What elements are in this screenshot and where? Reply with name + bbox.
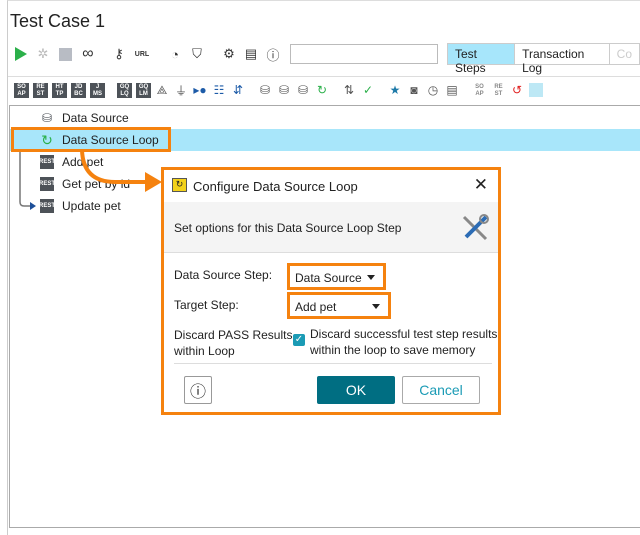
rest-icon: RE ST — [39, 155, 55, 169]
add-jdbc-step-icon[interactable]: JD BC — [71, 82, 86, 98]
highlight-box — [11, 127, 171, 152]
rest-icon: RE ST — [39, 177, 55, 191]
run-step-icon[interactable]: ▸● — [193, 83, 207, 97]
tree-item-label: Data Source — [62, 111, 129, 125]
plugin-icon[interactable] — [529, 83, 543, 97]
mock-rest-icon[interactable]: RE ST — [491, 82, 506, 98]
tab-test-steps[interactable]: Test Steps — [448, 44, 516, 75]
tree-item-data-source[interactable]: ⛁ Data Source — [10, 107, 640, 129]
discard-checkbox[interactable]: ✓ — [293, 334, 305, 346]
gear-icon[interactable]: ⚙ — [221, 46, 237, 62]
callout-arrow-icon — [80, 150, 162, 192]
play-icon[interactable] — [13, 46, 29, 62]
dialog-app-icon: ↻ — [172, 178, 187, 192]
debug-icon[interactable]: ✲ — [35, 46, 51, 62]
step-toolbar: SO AP RE ST HT TP JD BC J MS GQ LQ GQ LM ⟁ ⏚ ▸●… — [14, 82, 548, 98]
rest-icon: RE ST — [39, 199, 55, 213]
add-graphql-mutation-icon[interactable]: GQ LM — [136, 82, 151, 98]
star-icon[interactable]: ★ — [388, 83, 402, 97]
info-icon: ⓘ — [189, 384, 206, 401]
plug-icon[interactable]: ⏚ — [174, 83, 188, 98]
configure-dialog: ↻ Configure Data Source Loop ✕ Set optio… — [161, 167, 501, 415]
properties-icon[interactable]: ▤ — [445, 83, 459, 97]
data-source-step-label: Data Source Step: — [174, 268, 273, 282]
dialog-header: Set options for this Data Source Loop St… — [164, 202, 498, 253]
data-source-icon[interactable]: ⛁ — [258, 83, 272, 97]
gauge-icon[interactable]: ◔ — [167, 46, 183, 62]
info-icon[interactable]: ⓘ — [265, 46, 281, 63]
dialog-title: Configure Data Source Loop — [193, 179, 358, 194]
target-step-select[interactable]: Add pet — [287, 292, 391, 319]
close-icon[interactable]: ✕ — [474, 175, 488, 195]
groovy-icon[interactable]: ◙ — [407, 83, 421, 97]
select-value: Add pet — [295, 300, 337, 314]
delay-icon[interactable]: ◷ — [426, 83, 440, 97]
data-gen-icon[interactable]: ⛁ — [296, 83, 310, 97]
document-icon[interactable]: ▤ — [243, 46, 259, 62]
tab-transaction-log[interactable]: Transaction Log — [515, 44, 610, 75]
tree-item-label: Update pet — [62, 199, 121, 213]
split-icon[interactable]: ⇵ — [231, 83, 245, 97]
divider — [8, 76, 640, 77]
tools-icon — [462, 214, 489, 241]
key-icon[interactable]: ⚷ — [111, 46, 127, 62]
ok-button[interactable]: OK — [317, 376, 395, 404]
help-button[interactable]: ⓘ — [184, 376, 212, 404]
conditional-goto-icon[interactable]: ⇅ — [342, 83, 356, 97]
cancel-button[interactable]: Cancel — [402, 376, 480, 404]
dialog-description: Set options for this Data Source Loop St… — [174, 221, 402, 235]
tab-co[interactable]: Co — [609, 44, 639, 64]
select-value: Data Source — [295, 271, 362, 285]
add-soap-step-icon[interactable]: SO AP — [14, 82, 29, 98]
view-tabs: Test Steps Transaction Log Co — [447, 43, 640, 75]
search-input[interactable] — [290, 44, 438, 64]
data-source-step-select[interactable]: Data Source — [287, 263, 386, 290]
assertion-icon[interactable]: ✓ — [361, 83, 375, 97]
chevron-down-icon — [367, 275, 375, 280]
stop-icon[interactable] — [57, 46, 73, 62]
refresh-icon[interactable]: ↺ — [510, 83, 524, 97]
add-jms-step-icon[interactable]: J MS — [90, 82, 105, 98]
url-icon[interactable]: URL — [133, 46, 151, 62]
chevron-down-icon — [372, 304, 380, 309]
add-graphql-query-icon[interactable]: GQ LQ — [117, 82, 132, 98]
data-source-icon: ⛁ — [41, 111, 53, 125]
discard-label: Discard PASS Results within Loop — [174, 328, 293, 358]
discard-description: Discard successful test step results with… — [310, 327, 498, 357]
mock-soap-icon[interactable]: SO AP — [472, 82, 487, 98]
data-source-loop-icon[interactable]: ↻ — [315, 83, 329, 97]
loop-icon[interactable]: ∞ — [79, 45, 97, 62]
divider — [174, 363, 492, 364]
main-toolbar: ✲ ∞ ⚷ URL ◔ ⛉ ⚙ ▤ ⓘ — [13, 44, 287, 64]
shield-icon[interactable]: ⛉ — [189, 46, 205, 62]
add-rest-step-icon[interactable]: RE ST — [33, 82, 48, 98]
mqtt-icon[interactable]: ⟁ — [155, 83, 169, 97]
list-icon[interactable]: ☷ — [212, 83, 226, 97]
target-step-label: Target Step: — [174, 298, 239, 312]
data-sink-icon[interactable]: ⛁ — [277, 83, 291, 97]
window-title: Test Case 1 — [10, 11, 106, 31]
add-http-step-icon[interactable]: HT TP — [52, 82, 67, 98]
